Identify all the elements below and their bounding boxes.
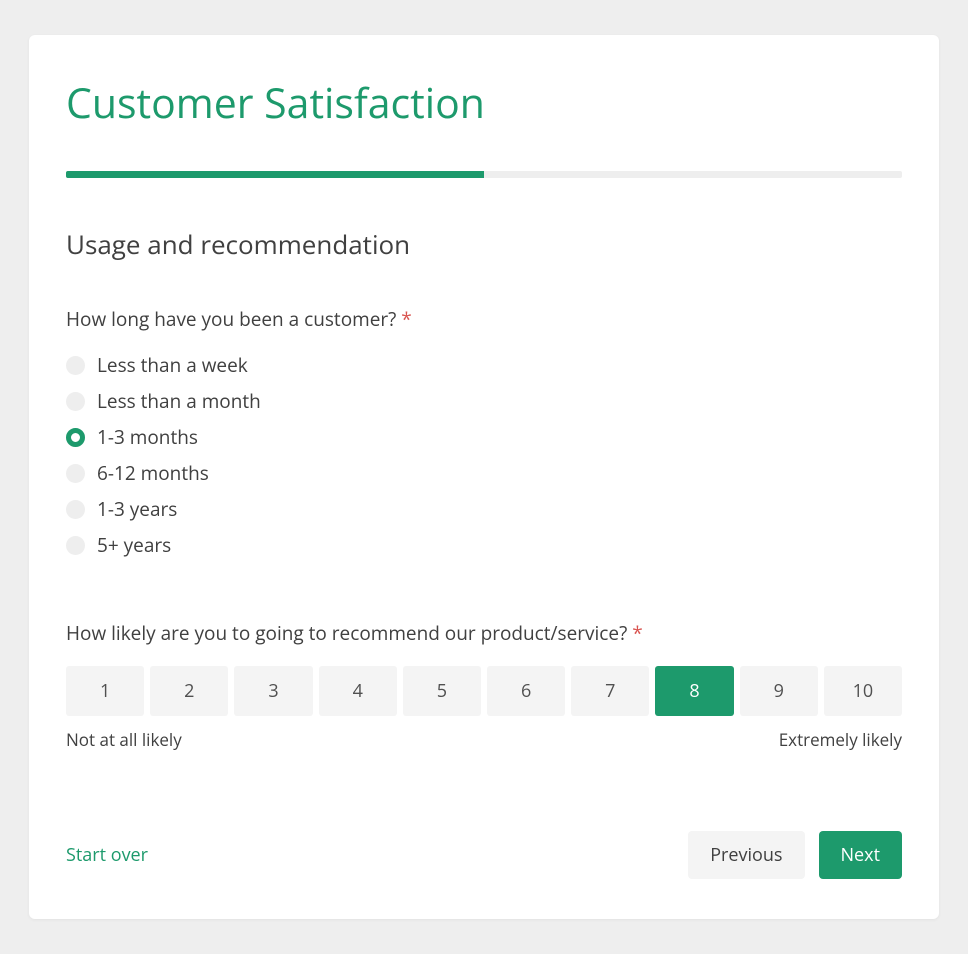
q1-label: How long have you been a customer? * [66,306,902,332]
scale-button-1[interactable]: 1 [66,666,144,716]
survey-card: Customer Satisfaction Usage and recommen… [29,35,939,919]
radio-option[interactable]: 1-3 years [66,496,902,522]
radio-icon [66,464,85,483]
scale-button-2[interactable]: 2 [150,666,228,716]
q1-radio-group: Less than a week Less than a month 1-3 mon… [66,352,902,558]
radio-option[interactable]: 6-12 months [66,460,902,486]
q1-label-text: How long have you been a customer? [66,306,396,332]
progress-bar [66,171,902,178]
scale-button-8[interactable]: 8 [655,666,733,716]
radio-icon [66,356,85,375]
radio-icon [66,500,85,519]
nav-buttons: Previous Next [688,831,902,879]
previous-button[interactable]: Previous [688,831,804,879]
radio-option[interactable]: Less than a month [66,388,902,414]
q2-scale-row: 12345678910 [66,666,902,716]
radio-icon [66,392,85,411]
scale-button-7[interactable]: 7 [571,666,649,716]
section-title: Usage and recommendation [66,226,902,262]
radio-label: 1-3 years [97,496,177,522]
scale-button-3[interactable]: 3 [234,666,312,716]
start-over-link[interactable]: Start over [66,843,148,867]
scale-button-5[interactable]: 5 [403,666,481,716]
scale-button-9[interactable]: 9 [740,666,818,716]
survey-title: Customer Satisfaction [66,75,902,131]
q2-scale-labels: Not at all likely Extremely likely [66,728,902,751]
scale-button-6[interactable]: 6 [487,666,565,716]
radio-label: 1-3 months [97,424,198,450]
required-marker: * [401,306,411,332]
scale-min-label: Not at all likely [66,728,182,751]
radio-label: Less than a month [97,388,261,414]
radio-label: 6-12 months [97,460,209,486]
scale-button-4[interactable]: 4 [319,666,397,716]
q2-label-text: How likely are you to going to recommend… [66,620,627,646]
next-button[interactable]: Next [819,831,903,879]
scale-max-label: Extremely likely [779,728,902,751]
radio-icon [66,428,85,447]
radio-option[interactable]: 5+ years [66,532,902,558]
radio-option[interactable]: 1-3 months [66,424,902,450]
radio-label: Less than a week [97,352,248,378]
survey-footer: Start over Previous Next [66,831,902,879]
required-marker: * [632,620,642,646]
radio-option[interactable]: Less than a week [66,352,902,378]
scale-button-10[interactable]: 10 [824,666,902,716]
radio-label: 5+ years [97,532,171,558]
progress-fill [66,171,484,178]
q2-label: How likely are you to going to recommend… [66,620,902,646]
radio-icon [66,536,85,555]
